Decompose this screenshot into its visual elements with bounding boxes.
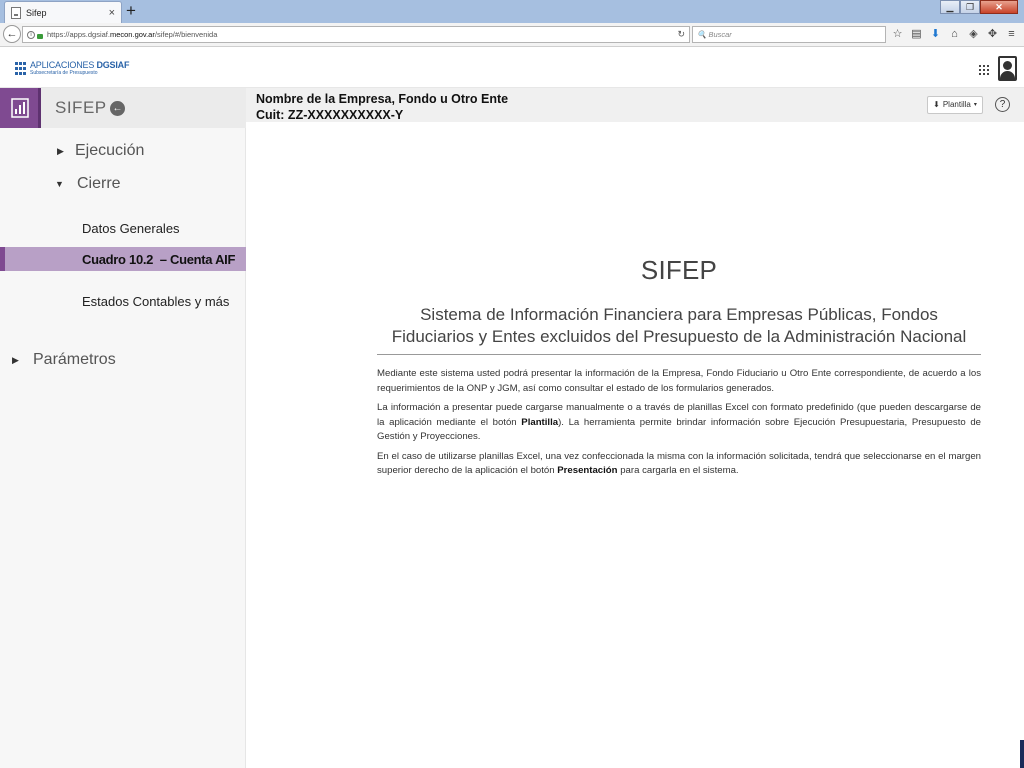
sidebar-header: SIFEP ←	[0, 88, 246, 128]
browser-search-input[interactable]: 🔍 Buscar	[692, 26, 886, 43]
dgsiaf-logo[interactable]: APLICACIONES DGSIAF Subsecretaría de Pre…	[15, 60, 129, 76]
arrow-left-circle-icon[interactable]: ←	[110, 101, 125, 116]
plantilla-paragraph: La información a presentar puede cargars…	[377, 402, 982, 442]
entity-name: Nombre de la Empresa, Fondo u Otro Ente	[256, 92, 509, 106]
app-header: APLICACIONES DGSIAF Subsecretaría de Pre…	[0, 48, 1024, 88]
plantilla-button[interactable]: ⬇ Plantilla ▾	[927, 96, 983, 114]
caret-right-icon: ▶	[57, 145, 64, 156]
browser-tab-title: Sifep	[26, 7, 47, 18]
url-path: /sifep/#/bienvenida	[154, 30, 218, 39]
page-title: SIFEP	[640, 255, 718, 285]
bookmark-star-icon[interactable]: ☆	[890, 26, 905, 43]
sidebar-item-label: Cuadro 10.2 – Cuenta AIF	[82, 252, 236, 267]
entity-context-bar: Nombre de la Empresa, Fondo u Otro Ente …	[246, 88, 1024, 122]
corner-decoration	[1020, 740, 1024, 768]
sidebar-item-datos-generales[interactable]: Datos Generales	[82, 221, 180, 236]
chevron-down-icon: ▾	[973, 102, 977, 108]
browser-tab[interactable]: Sifep ×	[4, 1, 122, 23]
welcome-panel: SIFEP Sistema de Información Financiera …	[377, 255, 981, 484]
logo-subtitle: Subsecretaría de Presupuesto	[30, 70, 98, 76]
lock-icon	[37, 33, 43, 39]
address-bar[interactable]: i https://apps.dgsiaf.mecon.gov.ar/sifep/…	[22, 26, 690, 43]
close-tab-icon[interactable]: ×	[109, 7, 115, 19]
minimize-window-button[interactable]: ▁	[940, 0, 960, 14]
caret-down-icon: ▼	[55, 179, 64, 189]
new-tab-button[interactable]: +	[124, 1, 138, 21]
sidebar-title: SIFEP	[55, 98, 107, 117]
sidebar-item-parametros[interactable]: ▶ Parámetros	[12, 351, 116, 369]
url-prefix: https://apps.dgsiaf.	[47, 30, 110, 39]
browser-tab-bar: Sifep × + ▁ ❐ ✕	[0, 0, 1024, 23]
page-subtitle: Sistema de Información Financiera para E…	[377, 304, 981, 355]
sidebar-item-estados-contables[interactable]: Estados Contables y más	[82, 294, 229, 309]
browser-toolbar: ☆ ▤ ⬇ ⌂ ◈ ✥ ≡	[890, 26, 1019, 43]
browser-back-button[interactable]: ←	[3, 25, 21, 43]
window-controls: ▁ ❐ ✕	[940, 0, 1018, 14]
question-circle-icon[interactable]: ?	[995, 97, 1010, 112]
sidebar-item-ejecucion[interactable]: ▶ Ejecución	[57, 142, 144, 160]
bar-chart-icon	[0, 88, 41, 128]
logo-title: APLICACIONES DGSIAF	[30, 60, 130, 70]
apps-grid-icon[interactable]	[979, 65, 989, 75]
close-window-button[interactable]: ✕	[980, 0, 1018, 14]
presentacion-paragraph: En el caso de utilizarse planillas Excel…	[377, 450, 981, 477]
sidebar-item-label: Parámetros	[33, 351, 116, 368]
page-favicon-icon	[11, 6, 21, 19]
home-icon[interactable]: ⌂	[947, 26, 962, 43]
pocket-shield-icon[interactable]: ◈	[966, 26, 981, 43]
sidebar-item-cierre[interactable]: ▼ Cierre	[55, 175, 121, 193]
entity-cuit: Cuit: ZZ-XXXXXXXXXX-Y	[256, 108, 404, 122]
sidebar-item-label: Cierre	[77, 175, 121, 192]
caret-right-icon: ▶	[12, 354, 19, 365]
sidebar-item-label: Ejecución	[75, 142, 145, 159]
reading-list-icon[interactable]: ▤	[909, 26, 924, 43]
sidebar-item-cuadro-10-2[interactable]: Cuadro 10.2 – Cuenta AIF	[0, 247, 246, 271]
intro-paragraph: Mediante este sistema usted podrá presen…	[377, 368, 981, 394]
url-host: mecon.gov.ar	[109, 30, 155, 39]
browser-navigation-bar: ← i https://apps.dgsiaf.mecon.gov.ar/sife…	[0, 23, 1024, 47]
site-info-icon[interactable]: i	[27, 31, 35, 40]
download-icon: ⬇	[933, 100, 940, 109]
maximize-window-button[interactable]: ❐	[960, 0, 980, 14]
dgsiaf-logo-icon	[15, 62, 27, 76]
hamburger-menu-icon[interactable]: ≡	[1004, 26, 1019, 43]
sidebar: SIFEP ← ▶ Ejecución ▼ Cierre Datos Gener…	[0, 88, 246, 768]
plantilla-label: Plantilla	[942, 100, 971, 109]
user-avatar[interactable]	[998, 56, 1017, 81]
reload-icon[interactable]: ↻	[677, 27, 685, 42]
search-placeholder: Buscar	[708, 30, 732, 39]
download-icon[interactable]: ⬇	[928, 26, 943, 43]
extension-icon[interactable]: ✥	[985, 26, 1000, 43]
